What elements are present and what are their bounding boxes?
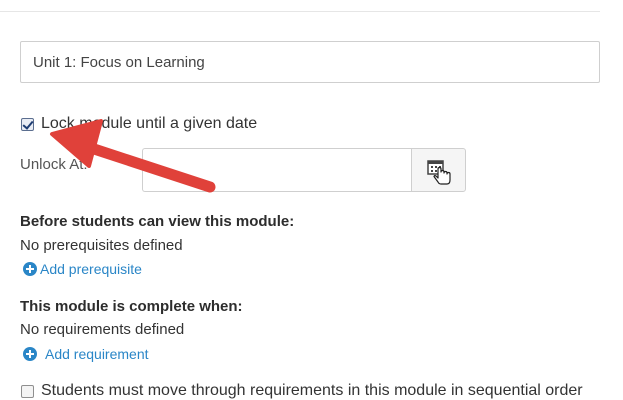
unlock-at-date-input[interactable] — [142, 148, 412, 192]
date-picker-button[interactable] — [411, 148, 466, 192]
unlock-at-label: Unlock At: — [20, 156, 88, 173]
checkmark-icon — [22, 118, 34, 130]
plus-circle-icon — [23, 347, 37, 361]
no-prerequisites-text: No prerequisites defined — [20, 237, 183, 254]
sequential-order-label[interactable]: Students must move through requirements … — [41, 382, 583, 400]
plus-circle-icon — [23, 262, 37, 276]
module-name-input[interactable] — [20, 41, 600, 83]
add-requirement-link[interactable]: Add requirement — [23, 346, 149, 362]
sequential-order-checkbox[interactable] — [21, 385, 34, 398]
prerequisites-heading: Before students can view this module: — [20, 213, 295, 230]
top-divider — [0, 11, 600, 12]
add-requirement-label: Add requirement — [45, 346, 149, 362]
no-requirements-text: No requirements defined — [20, 321, 185, 338]
add-prerequisite-link[interactable]: Add prerequisite — [23, 261, 142, 277]
requirements-heading: This module is complete when: — [20, 298, 243, 315]
lock-module-label[interactable]: Lock module until a given date — [41, 115, 257, 133]
calendar-icon — [427, 160, 451, 185]
lock-module-checkbox[interactable] — [21, 118, 34, 131]
add-prerequisite-label: Add prerequisite — [40, 261, 142, 277]
